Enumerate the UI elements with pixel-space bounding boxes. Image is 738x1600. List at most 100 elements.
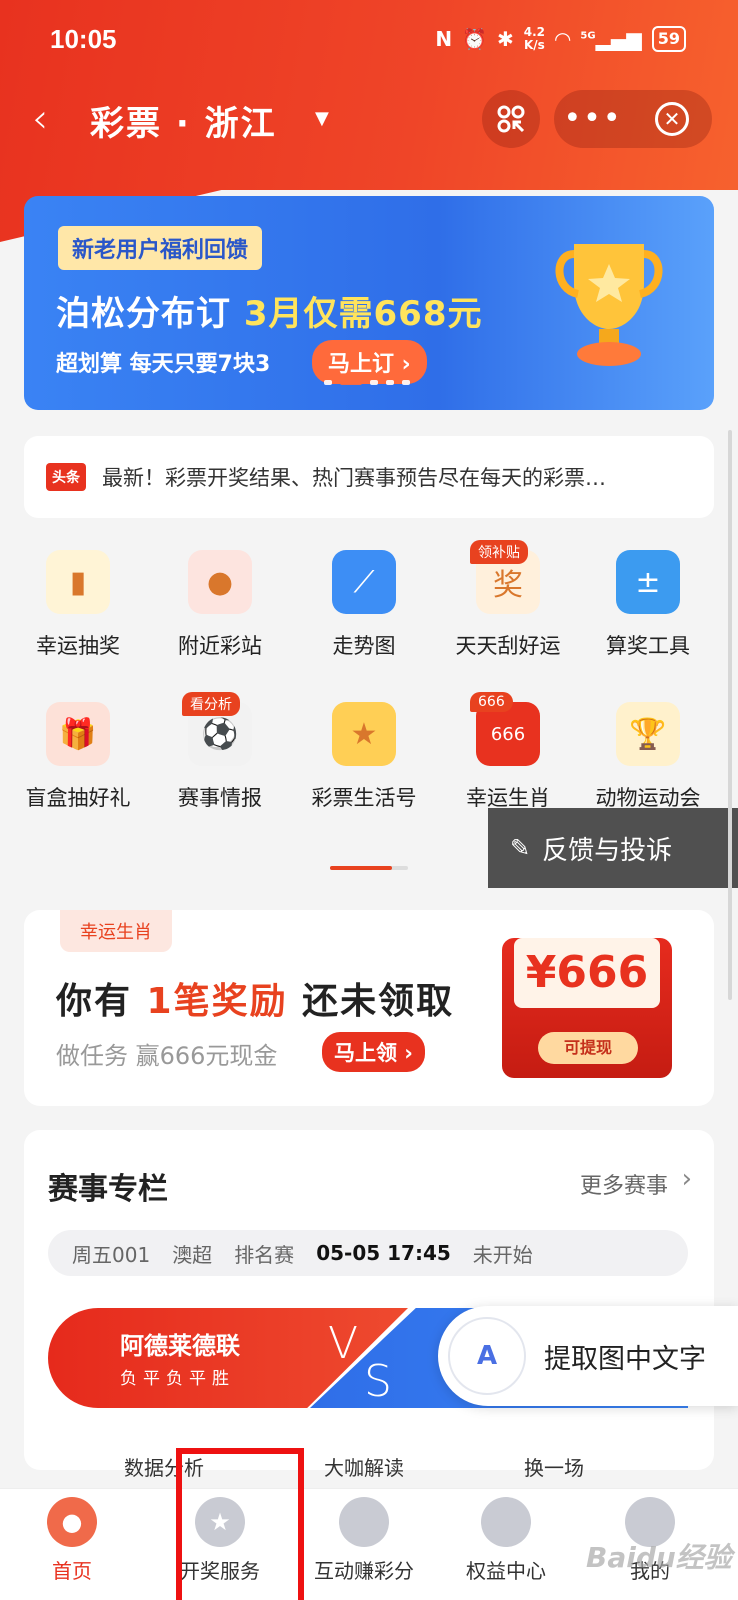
match-league: 澳超	[172, 1242, 213, 1267]
banner-subtitle: 超划算 每天只要7块3	[56, 352, 271, 377]
banner-tag: 新老用户福利回馈	[58, 226, 263, 270]
highlight-box	[176, 1448, 304, 1600]
more-button[interactable]: •••	[554, 90, 632, 148]
tab-earn-points[interactable]: 互动赚彩分	[294, 1497, 434, 1584]
grid-item-label: 走势图	[332, 634, 396, 658]
match-round: 排名赛	[234, 1242, 295, 1267]
reward-title: 你有 1笔奖励 还未领取	[56, 981, 455, 1022]
promo-banner[interactable]: 新老用户福利回馈 泊松分布订 3月仅需668元 超划算 每天只要7块3 马上订 …	[24, 196, 714, 410]
signal-icon: 5G▂▄▆	[580, 27, 642, 51]
headline-text: 最新！彩票开奖结果、热门赛事预告尽在每天的彩票…	[102, 466, 606, 490]
grid-item-label: 彩票生活号	[311, 786, 417, 810]
match-actions-row: 数据分析 大咖解读 换一场	[24, 1452, 714, 1482]
star-badge-icon: ★	[332, 702, 396, 766]
events-section: 赛事专栏 更多赛事 › 周五001 澳超 排名赛 05-05 17:45 未开始…	[24, 1130, 714, 1470]
mini-program-capsule: ••• ✕	[554, 90, 712, 148]
vs-letter-v: V	[328, 1318, 359, 1369]
feature-grid: ▮ 幸运抽奖 ● 附近彩站 ⟋ 走势图奖领补贴 天天刮好运 ± 算奖工具 🎁 盲盒抽好礼 ⚽ 看分析 赛事…	[0, 540, 738, 822]
gift-box-icon: 🎁	[46, 702, 110, 766]
battery-indicator: 59	[651, 26, 686, 52]
home-team-record: 负平负平胜	[120, 1369, 235, 1389]
wifi-icon: ◠	[555, 27, 571, 51]
watermark: Baidu经验	[586, 1541, 732, 1574]
bluetooth-icon: ✱	[496, 27, 514, 51]
extract-text-label: 提取图中文字	[544, 1343, 706, 1375]
grid-item-label: 天天刮好运	[455, 634, 561, 658]
grid-pager	[330, 866, 408, 870]
grid-item[interactable]: 🏆 动物运动会	[574, 702, 722, 822]
grid-item-label: 附近彩站	[178, 634, 262, 658]
home-team-name: 阿德莱德联	[120, 1332, 240, 1360]
grid-item[interactable]: 666 666 幸运生肖	[434, 692, 582, 822]
match-status: 未开始	[472, 1242, 533, 1267]
network-speed: 4.2 K/s	[523, 25, 546, 52]
alarm-icon: ⏰	[462, 27, 487, 51]
grid-item[interactable]: 🎁 盲盒抽好礼	[4, 702, 152, 822]
grid-item-badge: 666	[470, 692, 513, 712]
tab-home[interactable]: ● 首页	[2, 1497, 142, 1584]
location-pin-icon: ●	[188, 550, 252, 614]
reward-amount: ¥666	[514, 938, 660, 1008]
trophy-icon	[555, 244, 663, 366]
grid-item-label: 算奖工具	[606, 634, 690, 658]
tab-label: 权益中心	[466, 1559, 546, 1583]
trophy-icon: 🏆	[616, 702, 680, 766]
reward-card[interactable]: 幸运生肖 你有 1笔奖励 还未领取 做任务 赢666元现金 马上领 › ¥666…	[24, 910, 714, 1106]
grid-item[interactable]: ± 算奖工具	[574, 550, 722, 670]
grid-item[interactable]: ★ 彩票生活号	[290, 702, 438, 822]
expert-analysis-link[interactable]: 大咖解读	[324, 1452, 404, 1482]
events-heading: 赛事专栏	[48, 1172, 168, 1207]
grid-item[interactable]: 奖领补贴 天天刮好运	[434, 540, 582, 670]
scan-button[interactable]	[482, 90, 540, 148]
tab-benefits[interactable]: 权益中心	[436, 1497, 576, 1584]
gold-bar-icon: ▮	[46, 550, 110, 614]
badge-icon	[481, 1497, 531, 1547]
feedback-button[interactable]: ✎ 反馈与投诉	[488, 808, 738, 888]
status-bar: 10:05 N ⏰ ✱ 4.2 K/s ◠ 5G▂▄▆ 59	[0, 0, 738, 84]
page-title[interactable]: 彩票 · 浙江	[90, 96, 277, 145]
reward-subtitle: 做任务 赢666元现金	[56, 1042, 278, 1070]
chevron-right-icon[interactable]: ›	[682, 1164, 692, 1194]
red-envelope-icon: ¥666 可提现	[502, 938, 672, 1078]
more-events-link[interactable]: 更多赛事	[580, 1168, 668, 1200]
nfc-icon: N	[435, 27, 453, 51]
navigation-bar: ‹ 彩票 · 浙江 ▼ ••• ✕	[0, 84, 738, 154]
calculator-icon: ±	[616, 550, 680, 614]
subscribe-button[interactable]: 马上订 ›	[312, 340, 427, 384]
tab-label: 互动赚彩分	[314, 1559, 414, 1583]
mascot-icon: ●	[47, 1497, 97, 1547]
status-time: 10:05	[50, 24, 117, 54]
vs-letter-s: S	[364, 1356, 392, 1407]
banner-headline: 泊松分布订 3月仅需668元	[56, 294, 483, 334]
scrollbar[interactable]	[728, 430, 732, 1000]
extract-text-button[interactable]: A 提取图中文字	[438, 1306, 738, 1406]
status-icons: N ⏰ ✱ 4.2 K/s ◠ 5G▂▄▆ 59	[435, 26, 686, 52]
close-button[interactable]: ✕	[632, 102, 712, 136]
grid-item[interactable]: ⟋ 走势图	[290, 550, 438, 670]
withdraw-pill: 可提现	[538, 1032, 638, 1064]
feedback-label: 反馈与投诉	[542, 835, 673, 866]
grid-item[interactable]: ⚽ 看分析 赛事情报	[146, 692, 294, 822]
reward-tag: 幸运生肖	[60, 910, 172, 952]
banner-pager	[324, 380, 410, 385]
chevron-down-icon[interactable]: ▼	[315, 108, 329, 129]
text-recognition-icon: A	[448, 1317, 526, 1395]
switch-match-link[interactable]: 换一场	[524, 1452, 584, 1482]
grid-item[interactable]: ● 附近彩站	[146, 550, 294, 670]
grid-item-badge: 看分析	[182, 692, 240, 716]
pen-icon: ✎	[510, 834, 531, 862]
planet-icon	[339, 1497, 389, 1547]
grid-item-label: 赛事情报	[178, 786, 262, 810]
trend-chart-icon: ⟋	[332, 550, 396, 614]
scan-icon	[497, 105, 525, 133]
headline-news[interactable]: 头条 最新！彩票开奖结果、热门赛事预告尽在每天的彩票…	[24, 436, 714, 518]
grid-item-label: 盲盒抽好礼	[25, 786, 131, 810]
back-button[interactable]: ‹	[32, 96, 48, 142]
tab-label: 首页	[52, 1559, 92, 1583]
close-icon: ✕	[655, 102, 689, 136]
grid-item[interactable]: ▮ 幸运抽奖	[4, 550, 152, 670]
headline-badge: 头条	[46, 463, 86, 491]
grid-item-badge: 领补贴	[470, 540, 528, 564]
match-time: 05-05 17:45	[316, 1241, 451, 1265]
claim-button[interactable]: 马上领 ›	[322, 1032, 425, 1072]
